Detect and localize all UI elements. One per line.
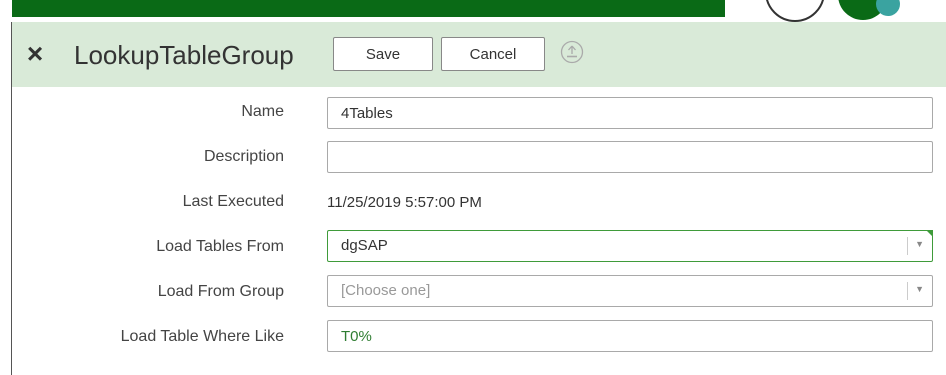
save-button[interactable]: Save [333,37,433,71]
cancel-button[interactable]: Cancel [441,37,545,71]
brand-bar [12,0,725,17]
load-tables-from-value: dgSAP [341,237,388,254]
top-banner [0,0,946,22]
load-table-where-like-label: Load Table Where Like [120,328,284,345]
chevron-down-icon[interactable]: ▼ [915,239,924,249]
load-table-where-like-field[interactable] [327,320,933,352]
load-tables-from-select[interactable]: dgSAP ▼ [327,230,933,262]
select-separator [907,237,908,255]
chevron-down-icon[interactable]: ▼ [915,284,924,294]
close-icon[interactable]: × [23,39,47,69]
name-field[interactable] [327,97,933,129]
load-from-group-placeholder: [Choose one] [341,282,431,299]
modified-corner-marker [926,230,933,237]
load-from-group-select[interactable]: [Choose one] ▼ [327,275,933,307]
last-executed-value: 11/25/2019 5:57:00 PM [327,194,482,211]
description-field[interactable] [327,141,933,173]
editor-header: × LookupTableGroup Save Cancel [12,22,946,87]
description-label: Description [203,148,284,165]
select-separator [907,282,908,300]
upload-icon[interactable] [560,40,584,64]
last-executed-label: Last Executed [182,193,284,210]
name-label: Name [241,103,284,120]
load-tables-from-label: Load Tables From [156,238,284,255]
load-from-group-label: Load From Group [157,283,284,300]
page-title: LookupTableGroup [74,40,294,70]
profile-circle-outline [765,0,825,22]
